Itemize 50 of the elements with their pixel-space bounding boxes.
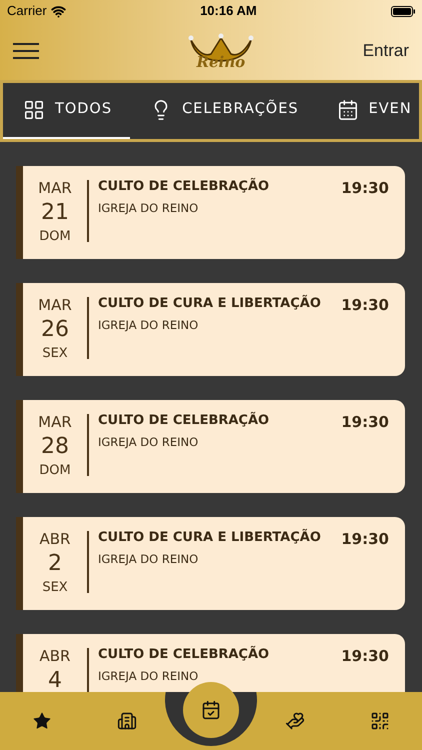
event-title: CULTO DE CELEBRAÇÃO (98, 646, 270, 664)
event-month: ABR (40, 646, 70, 666)
event-title: CULTO DE CELEBRAÇÃO (98, 178, 270, 196)
event-month: ABR (40, 529, 70, 549)
event-time: 19:30 (341, 529, 389, 550)
category-tab[interactable]: TODOS (3, 83, 130, 139)
event-weekday: DOM (39, 228, 71, 246)
event-weekday: SEX (42, 345, 68, 363)
event-weekday: SEX (42, 579, 68, 597)
event-card[interactable]: ABR 2 SEX CULTO DE CURA E LIBERTAÇÃO IGREJA DO REINO 19:30 (16, 517, 405, 610)
event-title: CULTO DE CELEBRAÇÃO (98, 412, 270, 430)
event-place: IGREJA DO REINO (98, 668, 200, 684)
calendar-icon (336, 99, 359, 121)
event-day: 4 (48, 666, 62, 692)
status-time: 10:16 AM (200, 2, 257, 20)
login-button[interactable]: Entrar (362, 38, 409, 64)
category-tab[interactable]: EVEN (316, 83, 419, 139)
battery-icon (391, 6, 415, 16)
event-time: 19:30 (341, 178, 389, 199)
event-card[interactable]: MAR 26 SEX CULTO DE CURA E LIBERTAÇÃO IGREJA DO REINO 19:30 (16, 283, 405, 376)
event-weekday: DOM (39, 462, 71, 480)
event-card[interactable]: MAR 28 DOM CULTO DE CELEBRAÇÃO IGREJA DO REINO 19:30 (16, 400, 405, 493)
event-time: 19:30 (341, 646, 389, 667)
star-icon (32, 711, 52, 731)
heart-hand-icon (285, 711, 306, 731)
event-time: 19:30 (341, 412, 389, 433)
event-month: MAR (38, 412, 72, 432)
menu-button[interactable] (13, 43, 39, 59)
qr-code-icon (370, 711, 390, 731)
building-icon (116, 711, 137, 731)
calendar-check-icon (200, 700, 221, 720)
event-place: IGREJA DO REINO (98, 200, 200, 216)
event-month: MAR (38, 295, 72, 315)
event-place: IGREJA DO REINO (98, 317, 200, 333)
carrier-label: Carrier (7, 2, 47, 20)
event-month: MAR (38, 178, 72, 198)
category-tab[interactable]: CELEBRAÇÕES (130, 83, 317, 139)
event-card[interactable]: ABR 4 CULTO DE CELEBRAÇÃO IGREJA DO REINO 19:30 (16, 634, 405, 692)
event-day: 28 (41, 432, 69, 462)
event-place: IGREJA DO REINO (98, 551, 200, 567)
event-place: IGREJA DO REINO (98, 434, 200, 450)
event-day: 21 (41, 198, 69, 228)
grid-icon (23, 99, 45, 121)
event-day: 26 (41, 315, 69, 345)
wifi-icon (50, 4, 66, 18)
event-day: 2 (48, 549, 62, 579)
event-card[interactable]: MAR 21 DOM CULTO DE CELEBRAÇÃO IGREJA DO REINO 19:30 (16, 166, 405, 259)
event-time: 19:30 (341, 295, 389, 316)
event-title: CULTO DE CURA E LIBERTAÇÃO (98, 529, 322, 547)
event-title: CULTO DE CURA E LIBERTAÇÃO (98, 295, 322, 313)
